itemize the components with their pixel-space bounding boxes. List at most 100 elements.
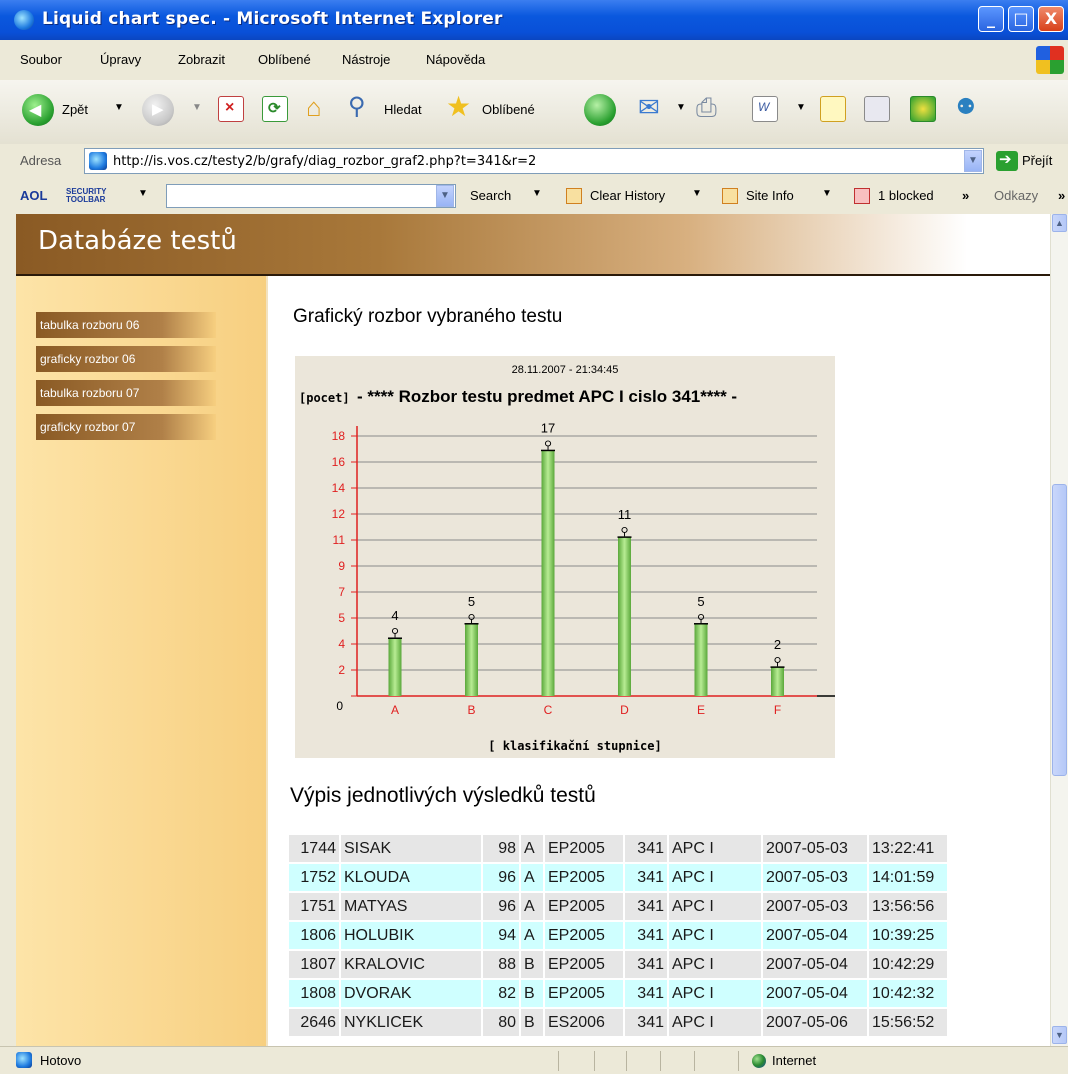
search-options-icon[interactable]: ▼ [532,188,542,199]
table-cell-date: 2007-05-04 [762,921,869,951]
clear-history-dropdown-icon[interactable]: ▼ [692,188,702,199]
go-arrow-icon[interactable] [996,150,1018,171]
title-bar[interactable]: Liquid chart spec. - Microsoft Internet … [0,0,1068,40]
edit-dropdown-icon[interactable]: ▼ [796,102,806,113]
go-button[interactable]: Přejít [1022,153,1052,168]
aol-search-dropdown-icon[interactable]: ▼ [436,185,454,207]
results-title: Výpis jednotlivých výsledků testů [290,784,596,807]
table-cell-time: 13:56:56 [868,892,949,922]
refresh-icon[interactable]: ⟳ [262,96,288,122]
minimize-button[interactable]: _ [978,6,1004,32]
chart-bar-marker: ⚲ [544,438,552,451]
scroll-down-icon[interactable]: ▼ [1052,1026,1067,1044]
scroll-up-icon[interactable]: ▲ [1052,214,1067,232]
back-icon[interactable] [22,94,54,126]
table-cell-test: 341 [624,921,669,951]
clear-history-button[interactable]: Clear History [590,188,665,203]
sidebar-item-tabulka-07[interactable]: tabulka rozboru 07 [36,380,216,406]
forward-dropdown-icon[interactable]: ▼ [192,102,202,113]
links-label[interactable]: Odkazy [994,188,1038,203]
table-cell-date: 2007-05-04 [762,950,869,980]
menu-soubor[interactable]: Soubor [20,52,62,67]
sidebar-item-graficky-06[interactable]: graficky rozbor 06 [36,346,216,372]
browser-window: Liquid chart spec. - Microsoft Internet … [0,0,1068,1074]
address-bar: Adresa http://is.vos.cz/testy2/b/grafy/d… [0,144,1068,179]
chart-xtick-label: D [620,703,629,717]
window-left-edge [0,214,16,1046]
site-banner: Databáze testů [16,214,1050,276]
chart-xtick-label: F [774,703,781,717]
grade-chart: 28.11.2007 - 21:34:45 [pocet] - **** Rozbo… [295,356,835,758]
table-cell-time: 10:39:25 [868,921,949,951]
aol-search-input[interactable] [166,184,456,208]
stop-icon[interactable]: × [218,96,244,122]
history-icon[interactable] [584,94,616,126]
messenger-icon[interactable]: ⚉ [956,94,976,120]
chart-data-label: 4 [391,608,398,623]
chart-ytick-label: 18 [332,429,346,443]
table-cell-time: 10:42:29 [868,950,949,980]
chart-data-label: 11 [618,507,632,522]
table-cell-test: 341 [624,835,669,864]
sidebar-item-graficky-07[interactable]: graficky rozbor 07 [36,414,216,440]
back-button[interactable]: Zpět [62,102,88,117]
aol-toolbar: AOL SECURITY TOOLBAR ▼ ▼ Search ▼ Clear … [0,178,1068,215]
table-cell-subject: APC I [668,979,763,1009]
favorites-star-icon[interactable]: ★ [446,90,471,123]
chart-ytick-label: 5 [338,611,345,625]
table-cell-time: 13:22:41 [868,835,949,864]
mail-icon[interactable]: ✉ [638,92,660,123]
favorites-button[interactable]: Oblíbené [482,102,535,117]
table-cell-group: EP2005 [544,979,625,1009]
site-title: Databáze testů [38,226,237,256]
menu-oblibene[interactable]: Oblíbené [258,52,311,67]
table-cell-test: 341 [624,863,669,893]
table-cell-id: 1752 [289,863,341,893]
print-icon[interactable]: ⎙ [696,92,717,124]
sidebar-item-tabulka-06[interactable]: tabulka rozboru 06 [36,312,216,338]
vertical-scrollbar[interactable]: ▲ ▼ [1050,214,1068,1046]
clear-history-icon [566,188,582,204]
chart-ytick-label: 4 [338,637,345,651]
table-cell-date: 2007-05-03 [762,863,869,893]
table-cell-subject: APC I [668,892,763,922]
table-cell-group: EP2005 [544,921,625,951]
aol-menu-dropdown-icon[interactable]: ▼ [138,188,148,199]
mail-dropdown-icon[interactable]: ▼ [676,102,686,113]
chart-ytick-label: 11 [333,533,346,547]
address-input[interactable]: http://is.vos.cz/testy2/b/grafy/diag_roz… [84,148,984,174]
site-info-button[interactable]: Site Info [746,188,794,203]
chart-data-label: 5 [468,594,475,609]
table-cell-date: 2007-05-03 [762,835,869,864]
status-separator [626,1051,627,1071]
scrollbar-thumb[interactable] [1052,484,1067,776]
table-cell-name: KLOUDA [340,863,483,893]
close-button[interactable]: X [1038,6,1064,32]
search-button[interactable]: Hledat [384,102,422,117]
search-icon[interactable]: ⚲ [348,92,366,121]
forward-icon[interactable] [142,94,174,126]
address-url: http://is.vos.cz/testy2/b/grafy/diag_roz… [113,154,537,169]
table-cell-date: 2007-05-04 [762,979,869,1009]
table-row: 1744 SISAK 98 A EP2005 341 APC I 2007-05-03 13:2… [289,835,949,864]
menu-nastroje[interactable]: Nástroje [342,52,390,67]
chart-ytick-label: 0 [336,699,343,713]
toolbar-overflow-icon[interactable]: » [962,188,969,203]
blocked-popups-button[interactable]: 1 blocked [878,188,934,203]
menu-napoveda[interactable]: Nápověda [426,52,485,67]
site-info-dropdown-icon[interactable]: ▼ [822,188,832,199]
table-cell-id: 1806 [289,921,341,951]
notes-icon[interactable] [820,96,846,122]
home-icon[interactable]: ⌂ [306,92,322,123]
links-overflow-icon[interactable]: » [1058,188,1065,203]
menu-upravy[interactable]: Úpravy [100,52,141,67]
icq-icon[interactable] [910,96,936,122]
back-dropdown-icon[interactable]: ▼ [114,102,124,113]
aol-search-button[interactable]: Search [470,188,511,203]
table-cell-id: 1807 [289,950,341,980]
address-dropdown-icon[interactable]: ▼ [964,150,982,172]
research-icon[interactable] [864,96,890,122]
maximize-button[interactable]: □ [1008,6,1034,32]
menu-zobrazit[interactable]: Zobrazit [178,52,225,67]
edit-word-icon[interactable]: W [752,96,778,122]
